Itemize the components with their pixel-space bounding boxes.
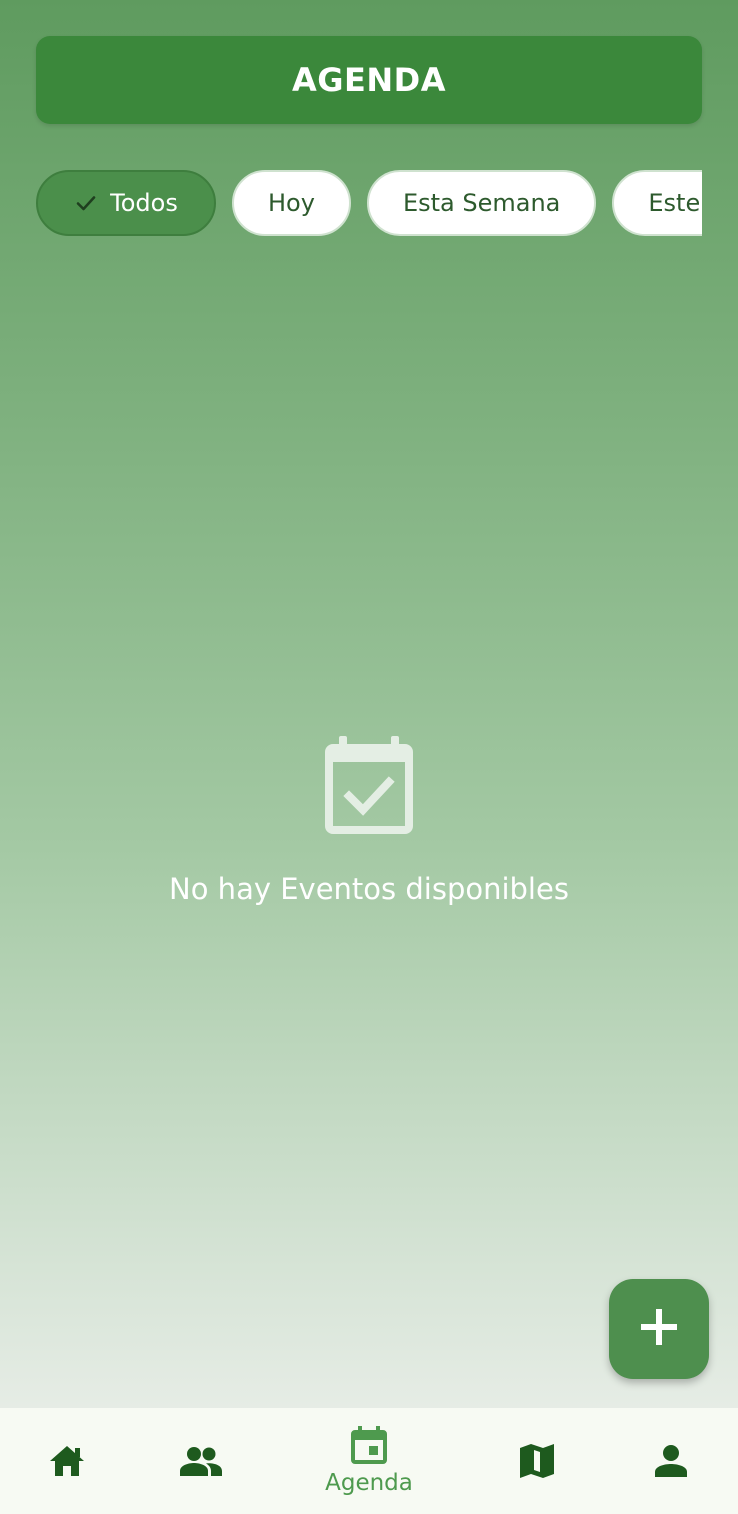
empty-state-message: No hay Eventos disponibles bbox=[169, 872, 569, 906]
home-icon bbox=[48, 1444, 86, 1478]
page-title: AGENDA bbox=[292, 61, 446, 99]
add-event-button[interactable] bbox=[609, 1279, 709, 1379]
people-icon bbox=[180, 1446, 222, 1476]
person-icon bbox=[655, 1445, 687, 1477]
check-icon bbox=[74, 191, 98, 215]
filter-chip-label: Todos bbox=[110, 189, 178, 217]
filter-chips: Todos Hoy Esta Semana Este Mes bbox=[36, 168, 702, 238]
bottom-navigation: Agenda bbox=[0, 1408, 738, 1514]
filter-chip-este-mes[interactable]: Este Mes bbox=[612, 170, 702, 236]
nav-item-label: Agenda bbox=[325, 1470, 413, 1496]
event-available-icon bbox=[325, 736, 413, 834]
filter-chip-label: Hoy bbox=[268, 189, 315, 217]
filter-chip-todos[interactable]: Todos bbox=[36, 170, 216, 236]
nav-item-community[interactable] bbox=[161, 1408, 241, 1514]
filter-chip-hoy[interactable]: Hoy bbox=[232, 170, 351, 236]
calendar-icon bbox=[351, 1426, 387, 1464]
nav-item-home[interactable] bbox=[27, 1408, 107, 1514]
filter-chip-esta-semana[interactable]: Esta Semana bbox=[366, 170, 597, 236]
header-bar: AGENDA bbox=[36, 36, 702, 124]
nav-item-map[interactable] bbox=[497, 1408, 577, 1514]
empty-state: No hay Eventos disponibles bbox=[0, 736, 738, 906]
filter-chip-label: Este Mes bbox=[648, 189, 702, 217]
map-icon bbox=[520, 1444, 554, 1478]
nav-item-profile[interactable] bbox=[631, 1408, 711, 1514]
nav-item-agenda[interactable]: Agenda bbox=[319, 1408, 419, 1514]
filter-chip-label: Esta Semana bbox=[402, 189, 561, 217]
plus-icon bbox=[639, 1307, 679, 1352]
